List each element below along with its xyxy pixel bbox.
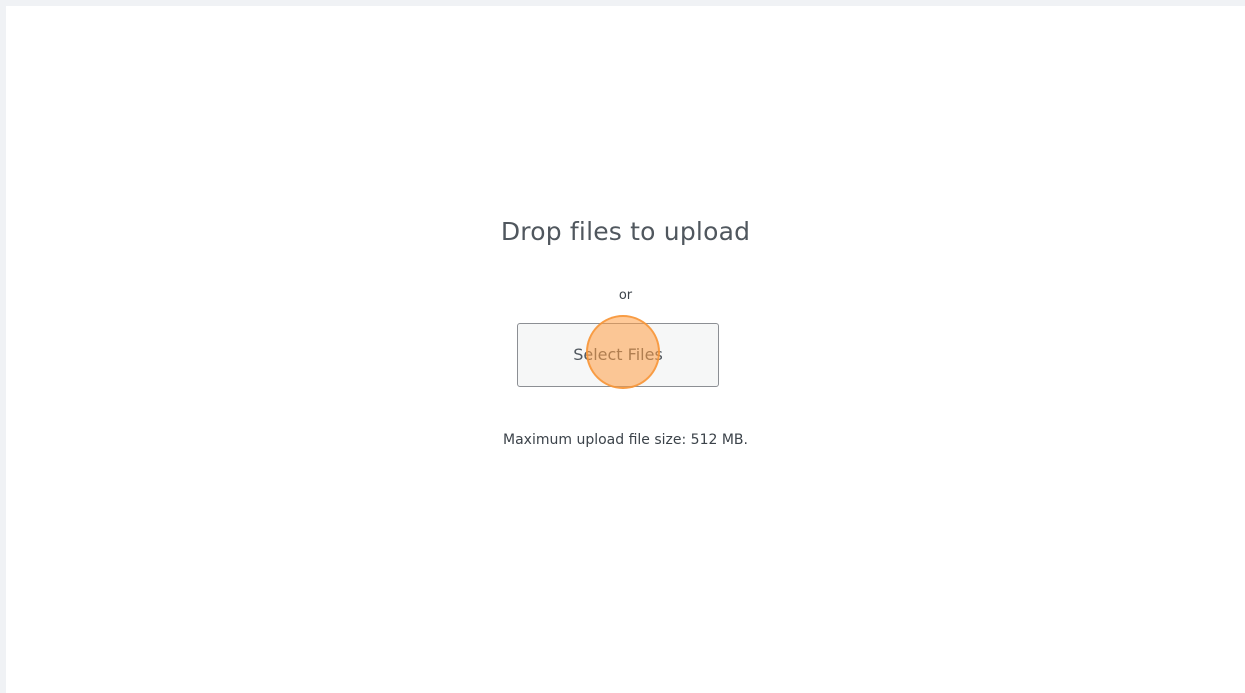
- select-files-button[interactable]: Select Files: [517, 323, 719, 387]
- max-upload-size-note: Maximum upload file size: 512 MB.: [503, 432, 748, 448]
- drop-files-heading: Drop files to upload: [500, 217, 751, 246]
- or-separator: or: [618, 288, 633, 303]
- upload-drop-zone[interactable]: Drop files to upload or Select Files Max…: [6, 6, 1245, 693]
